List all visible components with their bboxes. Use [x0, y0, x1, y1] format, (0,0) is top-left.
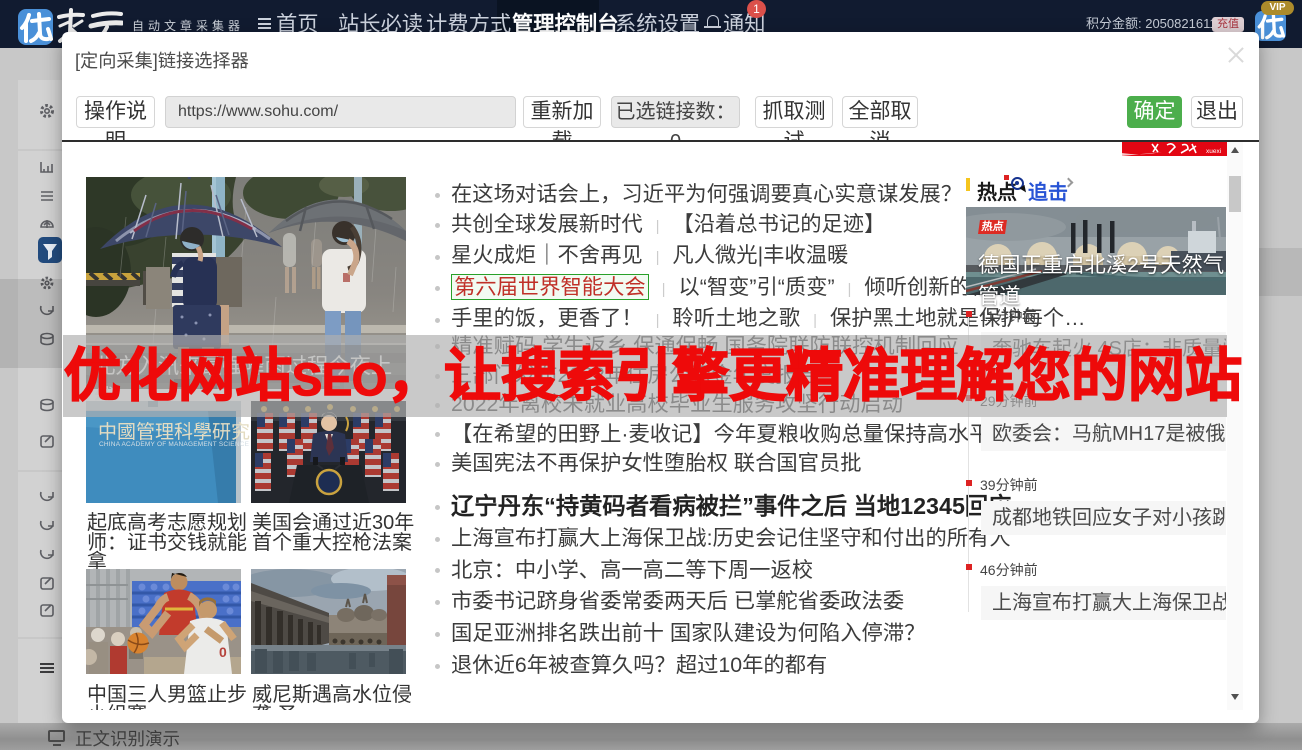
svg-text:0: 0 — [219, 644, 227, 660]
svg-text:xuexi: xuexi — [1206, 148, 1221, 155]
